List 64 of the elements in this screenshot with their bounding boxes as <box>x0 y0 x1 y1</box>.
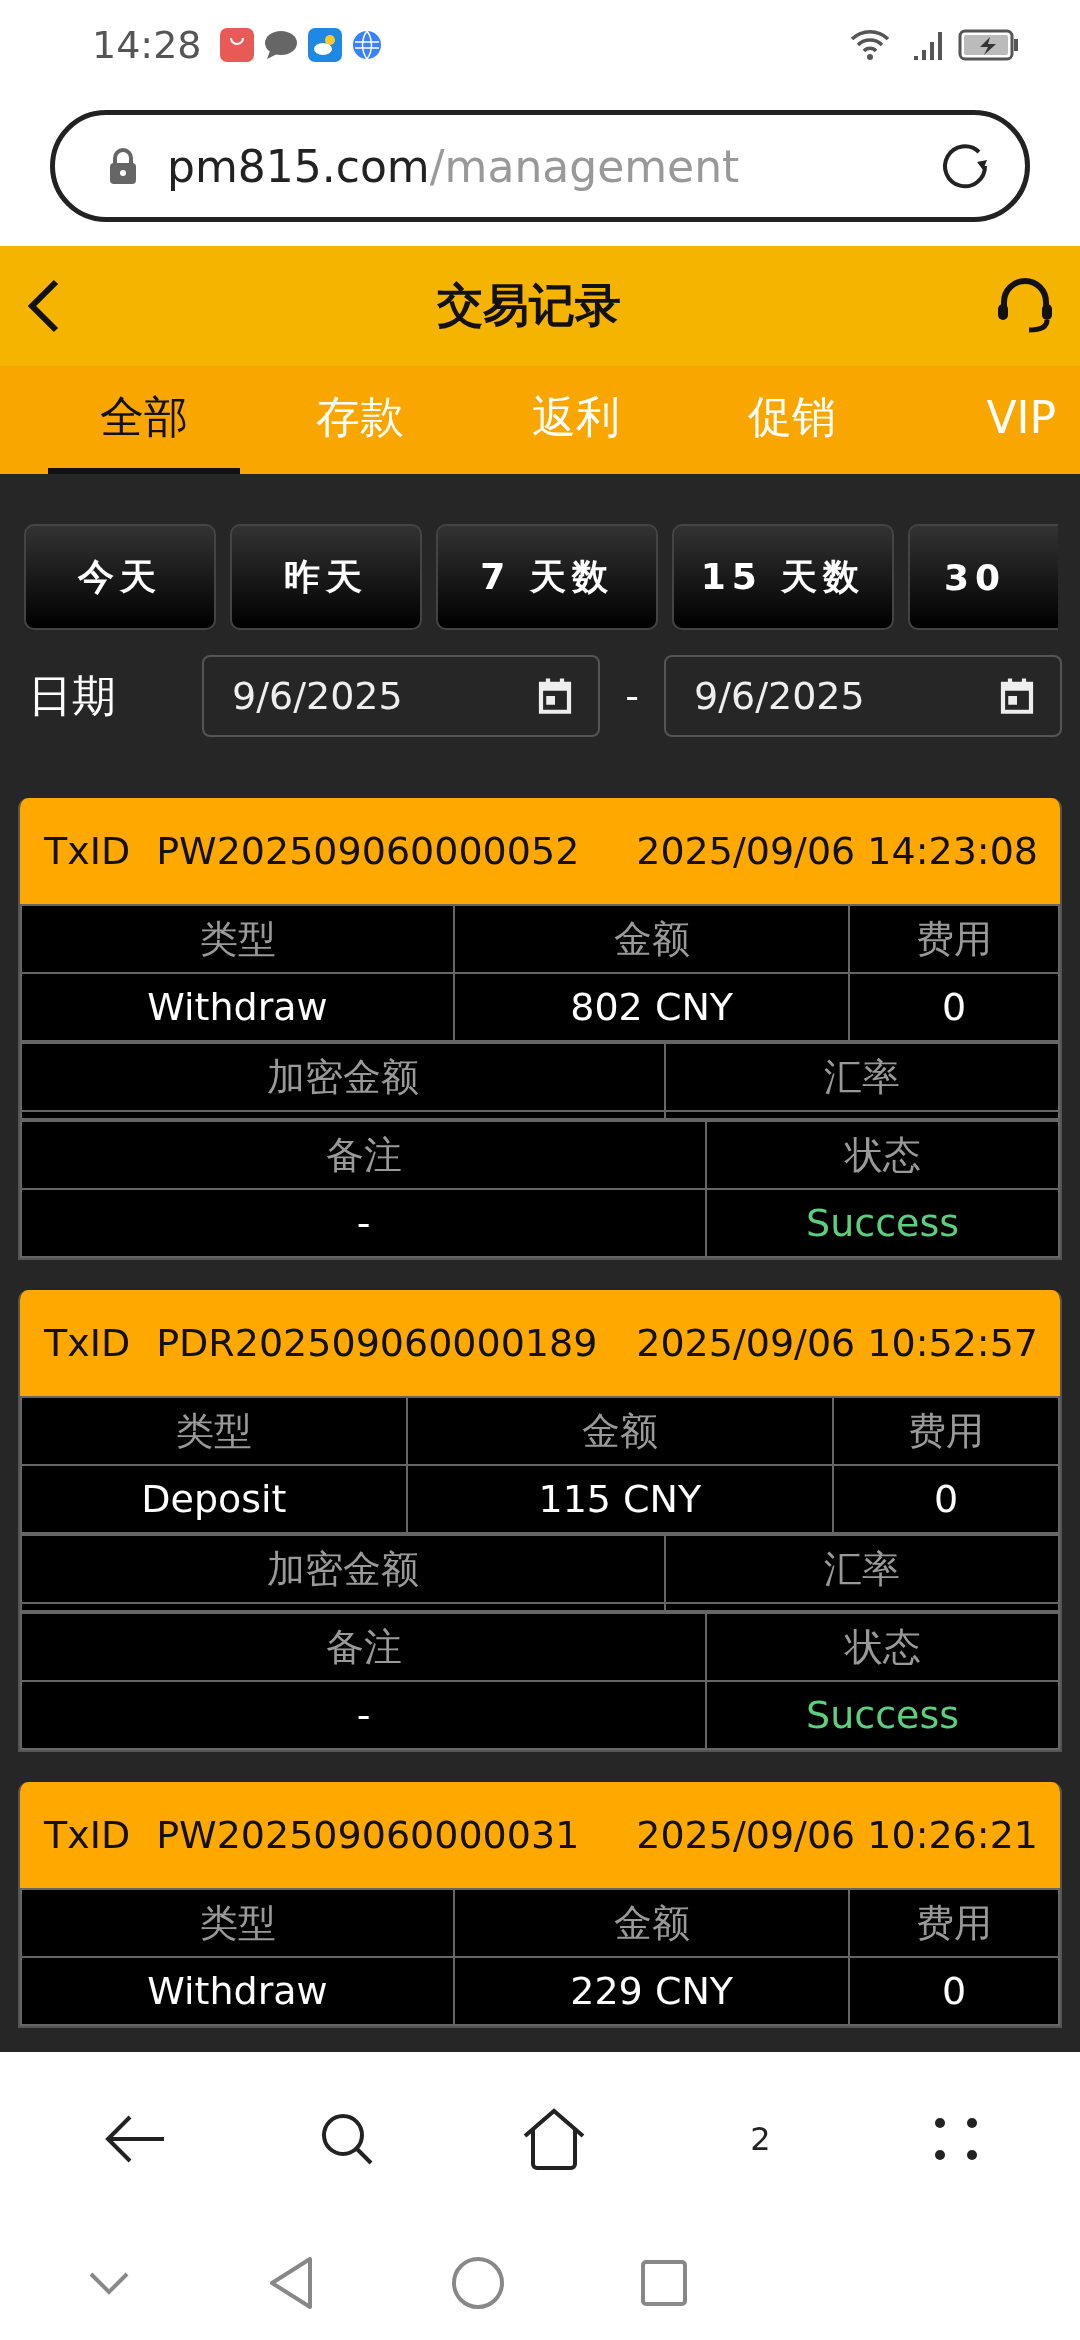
txid-value: PDR202509060000189 <box>156 1321 598 1365</box>
date-range-button[interactable]: 昨天 <box>230 524 422 630</box>
table-cell: - <box>21 1189 707 1257</box>
battery-charging-icon <box>958 29 1020 61</box>
globe-icon <box>351 30 382 60</box>
range-separator: - <box>624 674 640 718</box>
table-header: 状态 <box>706 1121 1059 1189</box>
start-date-field[interactable]: 9/6/2025 <box>202 655 600 737</box>
table-cell: Deposit <box>21 1465 407 1533</box>
table-header: 金额 <box>406 1397 833 1465</box>
table-header: 类型 <box>21 905 454 973</box>
table-cell: 802 CNY <box>454 973 850 1041</box>
wifi-icon <box>850 29 890 61</box>
recents-square-icon[interactable] <box>640 2259 689 2307</box>
table-cell: 115 CNY <box>406 1465 833 1533</box>
table-header: 加密金额 <box>21 1043 665 1111</box>
status-text: Success <box>706 1681 1059 1749</box>
table-header: 汇率 <box>664 1535 1059 1603</box>
lock-icon <box>107 146 139 186</box>
status-text: Success <box>706 1189 1059 1257</box>
txid-value: PW202509060000052 <box>156 829 580 873</box>
transaction-time: 2025/09/06 10:52:57 <box>636 1321 1038 1365</box>
table-header: 类型 <box>21 1889 454 1957</box>
date-label: 日期 <box>27 668 117 723</box>
date-range-button[interactable]: 7 天数 <box>436 524 658 630</box>
table-header: 费用 <box>849 905 1059 973</box>
date-range-button[interactable]: 30 <box>908 524 1058 630</box>
app-store-icon <box>219 28 254 62</box>
menu-button[interactable] <box>933 2117 978 2161</box>
txid-label: TxID <box>44 1321 131 1365</box>
table-header: 状态 <box>706 1613 1059 1681</box>
chat-icon <box>263 29 298 61</box>
table-cell: 0 <box>832 1465 1059 1533</box>
txid-value: PW202509060000031 <box>156 1813 580 1857</box>
end-date-field[interactable]: 9/6/2025 <box>664 655 1062 737</box>
table-header: 备注 <box>21 1613 707 1681</box>
table-cell: Withdraw <box>21 973 454 1041</box>
page-title: 交易记录 <box>437 277 621 334</box>
txid-label: TxID <box>44 829 131 873</box>
table-header: 备注 <box>21 1121 707 1189</box>
transaction-time: 2025/09/06 10:26:21 <box>636 1813 1038 1857</box>
weather-icon <box>307 28 342 62</box>
table-cell: - <box>21 1681 707 1749</box>
table-cell: 229 CNY <box>454 1957 850 2025</box>
table-header: 费用 <box>832 1397 1059 1465</box>
table-cell: 0 <box>849 973 1059 1041</box>
table-header: 加密金额 <box>21 1535 665 1603</box>
table-header: 类型 <box>21 1397 407 1465</box>
category-tab[interactable]: 全部 <box>48 366 240 474</box>
transaction-time: 2025/09/06 14:23:08 <box>636 829 1038 873</box>
table-cell: 0 <box>849 1957 1059 2025</box>
tabs-button[interactable]: 2 <box>731 2110 790 2168</box>
table-header: 汇率 <box>664 1043 1059 1111</box>
url-text: pm815.com/management <box>167 140 741 192</box>
date-range-button[interactable]: 15 天数 <box>672 524 894 630</box>
table-header: 费用 <box>849 1889 1059 1957</box>
status-time: 14:28 <box>92 23 202 67</box>
table-header: 金额 <box>454 1889 850 1957</box>
txid-label: TxID <box>44 1813 131 1857</box>
table-cell: Withdraw <box>21 1957 454 2025</box>
home-circle-icon[interactable] <box>449 2255 506 2311</box>
table-header: 金额 <box>454 905 850 973</box>
address-bar[interactable]: pm815.com/management <box>50 110 1030 222</box>
date-range-button[interactable]: 今天 <box>24 524 216 630</box>
